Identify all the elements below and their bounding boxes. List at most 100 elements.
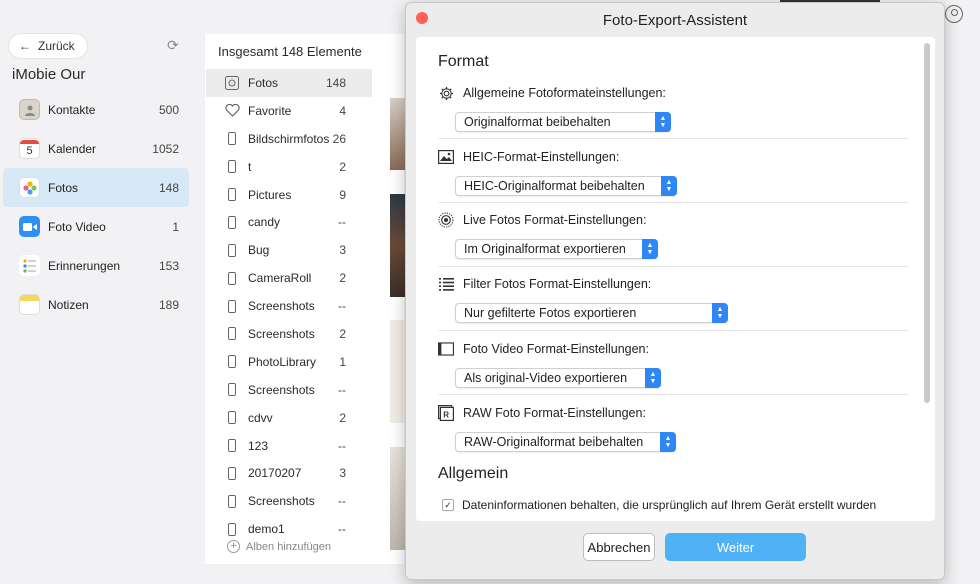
phone-icon bbox=[224, 355, 240, 369]
album-item[interactable]: cdvv 2 bbox=[206, 404, 372, 432]
album-item-favorite[interactable]: Favorite 4 bbox=[206, 97, 372, 125]
photo-thumbnail[interactable] bbox=[390, 194, 405, 297]
divider bbox=[438, 330, 908, 331]
album-count: -- bbox=[338, 215, 346, 230]
album-count: -- bbox=[338, 494, 346, 509]
select-arrows-icon: ▲ ▼ bbox=[661, 176, 677, 196]
general-format-select[interactable]: Originalformat beibehalten ▲ ▼ bbox=[455, 112, 671, 132]
album-item[interactable]: 20170207 3 bbox=[206, 459, 372, 487]
album-count: -- bbox=[338, 522, 346, 537]
sidebar-item-label: Kalender bbox=[48, 141, 97, 156]
photo-thumbnail[interactable] bbox=[390, 447, 405, 550]
phone-icon bbox=[224, 271, 240, 285]
sidebar-item-photo-video[interactable]: Foto Video 1 bbox=[3, 207, 189, 246]
album-count: 3 bbox=[339, 243, 346, 258]
album-item[interactable]: Screenshots -- bbox=[206, 292, 372, 320]
photo-thumbnail[interactable] bbox=[390, 320, 405, 423]
keep-data-info-option: ✓ Dateninformationen behalten, die urspr… bbox=[442, 498, 876, 512]
sidebar-item-photos[interactable]: Fotos 148 bbox=[3, 168, 189, 207]
album-label: PhotoLibrary bbox=[248, 354, 317, 369]
select-arrows-icon: ▲ ▼ bbox=[645, 368, 661, 388]
sidebar-item-notes[interactable]: Notizen 189 bbox=[3, 285, 189, 324]
select-arrows-icon: ▲ ▼ bbox=[660, 432, 676, 452]
user-account-icon[interactable] bbox=[945, 5, 963, 23]
sidebar-item-contacts[interactable]: Kontakte 500 bbox=[3, 90, 189, 129]
sidebar-item-reminders[interactable]: Erinnerungen 153 bbox=[3, 246, 189, 285]
album-item[interactable]: 123 -- bbox=[206, 432, 372, 460]
album-item-fotos[interactable]: Fotos 148 bbox=[206, 69, 372, 97]
album-count: -- bbox=[338, 299, 346, 314]
album-count: 3 bbox=[339, 466, 346, 481]
heart-icon bbox=[224, 104, 240, 118]
refresh-icon[interactable]: ⟳ bbox=[165, 37, 181, 53]
image-icon bbox=[438, 149, 454, 165]
heic-format-select[interactable]: HEIC-Originalformat beibehalten ▲ ▼ bbox=[455, 176, 677, 196]
album-count: 2 bbox=[339, 410, 346, 425]
video-frame-icon bbox=[438, 341, 454, 357]
sidebar-item-label: Notizen bbox=[48, 297, 89, 312]
album-item[interactable]: Pictures 9 bbox=[206, 181, 372, 209]
video-icon bbox=[19, 216, 40, 237]
select-value: RAW-Originalformat beibehalten bbox=[464, 435, 644, 449]
add-album-label: Alben hinzufügen bbox=[246, 540, 332, 553]
album-item[interactable]: Bildschirmfotos 26 bbox=[206, 125, 372, 153]
album-count: 9 bbox=[339, 187, 346, 202]
album-item[interactable]: demo1 -- bbox=[206, 515, 372, 543]
sidebar-item-label: Erinnerungen bbox=[48, 258, 121, 273]
live-photos-format-select[interactable]: Im Originalformat exportieren ▲ ▼ bbox=[455, 239, 658, 259]
album-item[interactable]: candy -- bbox=[206, 208, 372, 236]
phone-icon bbox=[224, 188, 240, 201]
sidebar-item-count: 153 bbox=[158, 258, 179, 273]
setting-filter-photos-format: Filter Fotos Format-Einstellungen: Nur g… bbox=[438, 275, 908, 323]
section-heading-general: Allgemein bbox=[438, 465, 509, 482]
photo-video-format-select[interactable]: Als original-Video exportieren ▲ ▼ bbox=[455, 368, 661, 388]
setting-label: Filter Fotos Format-Einstellungen: bbox=[463, 277, 652, 291]
setting-label: Live Fotos Format-Einstellungen: bbox=[463, 213, 647, 227]
next-button[interactable]: Weiter bbox=[665, 533, 806, 561]
reminders-icon bbox=[19, 255, 40, 276]
calendar-day: 5 bbox=[26, 144, 33, 157]
album-item[interactable]: Screenshots -- bbox=[206, 487, 372, 515]
album-item[interactable]: t2 bbox=[206, 153, 372, 181]
add-album-button[interactable]: + Alben hinzufügen bbox=[227, 540, 331, 553]
sidebar-item-label: Kontakte bbox=[48, 102, 96, 117]
album-item[interactable]: CameraRoll 2 bbox=[206, 264, 372, 292]
sidebar-item-count: 189 bbox=[158, 297, 179, 312]
album-count: 148 bbox=[325, 75, 346, 90]
filter-photos-format-select[interactable]: Nur gefilterte Fotos exportieren ▲ ▼ bbox=[455, 303, 728, 323]
dialog-scrollbar[interactable] bbox=[924, 43, 930, 403]
raw-icon: R bbox=[438, 405, 454, 421]
album-label: Pictures bbox=[248, 187, 292, 202]
plus-circle-icon: + bbox=[227, 540, 240, 553]
raw-format-select[interactable]: RAW-Originalformat beibehalten ▲ ▼ bbox=[455, 432, 676, 452]
setting-label: Allgemeine Fotoformateinstellungen: bbox=[463, 86, 666, 100]
album-label: Fotos bbox=[248, 75, 279, 90]
phone-icon bbox=[224, 327, 240, 341]
photo-thumbnail[interactable] bbox=[390, 98, 405, 170]
phone-icon bbox=[224, 160, 240, 174]
keep-data-info-checkbox[interactable]: ✓ bbox=[442, 499, 454, 511]
dialog-title: Foto-Export-Assistent bbox=[602, 12, 748, 29]
album-label: Bildschirmfotos bbox=[248, 131, 330, 146]
album-label: cdvv bbox=[248, 410, 273, 425]
album-item[interactable]: Screenshots 2 bbox=[206, 320, 372, 348]
album-label: t bbox=[248, 159, 252, 174]
album-count: 2 bbox=[339, 271, 346, 286]
album-label: Bug bbox=[248, 243, 270, 258]
album-count: -- bbox=[338, 438, 346, 453]
cancel-button[interactable]: Abbrechen bbox=[583, 533, 655, 561]
divider bbox=[438, 394, 908, 395]
back-button[interactable]: ← Zurück bbox=[8, 33, 88, 59]
album-item[interactable]: PhotoLibrary 1 bbox=[206, 348, 372, 376]
contacts-icon bbox=[19, 99, 40, 120]
phone-icon bbox=[224, 383, 240, 397]
select-value: Nur gefilterte Fotos exportieren bbox=[464, 306, 637, 320]
album-item[interactable]: Bug 3 bbox=[206, 236, 372, 264]
album-label: Screenshots bbox=[248, 326, 315, 341]
phone-icon bbox=[224, 215, 240, 229]
album-item[interactable]: Screenshots -- bbox=[206, 376, 372, 404]
sidebar-item-calendar[interactable]: 5 Kalender 1052 bbox=[3, 129, 189, 168]
live-photo-icon bbox=[438, 212, 454, 228]
export-dialog: Foto-Export-Assistent Format Allgemeine … bbox=[405, 2, 945, 580]
album-label: Screenshots bbox=[248, 299, 315, 314]
